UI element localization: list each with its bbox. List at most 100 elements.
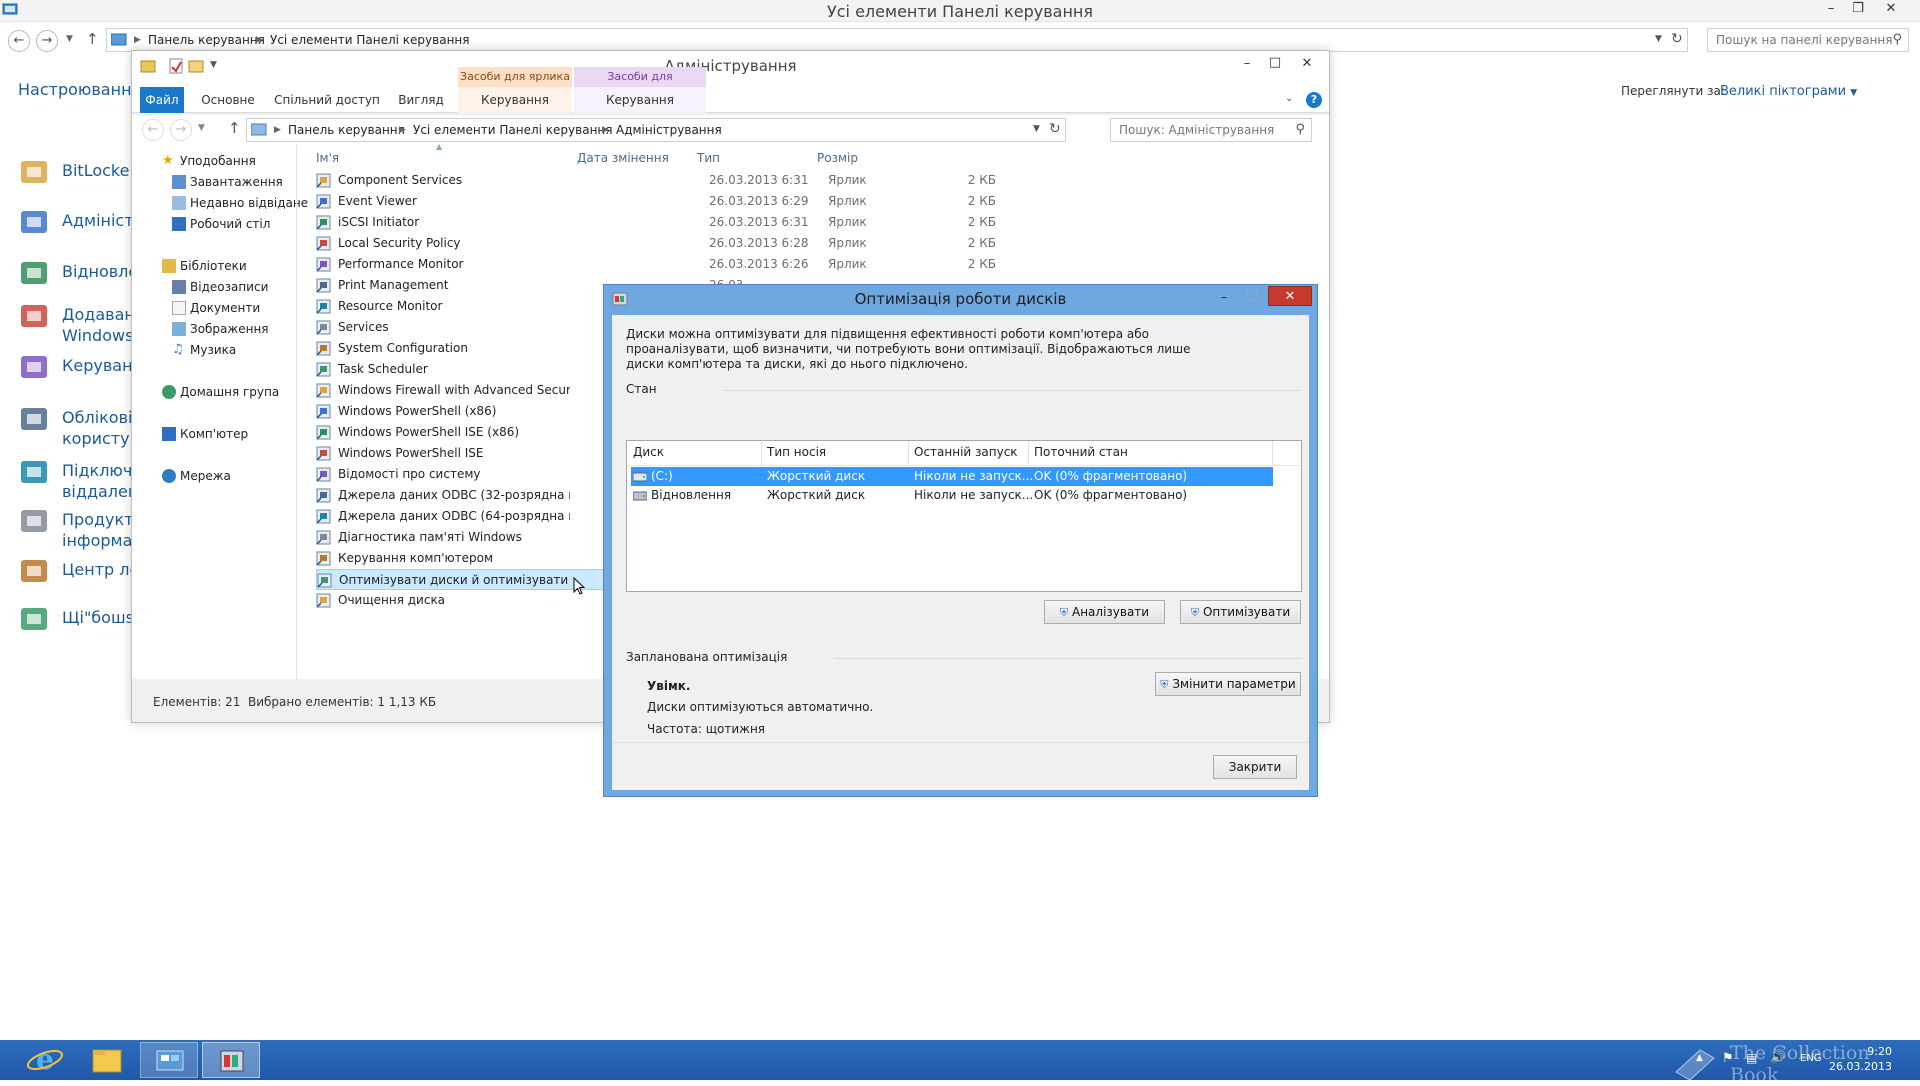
tab-shortcut-manage[interactable]: Керування xyxy=(458,87,572,113)
shortcut-icon xyxy=(316,299,331,314)
action-center-icon[interactable]: ⚑ xyxy=(1722,1051,1734,1066)
volume-icon[interactable]: 🔊 xyxy=(1770,1050,1786,1065)
column-date[interactable]: Дата змінення xyxy=(577,151,669,165)
system-clock[interactable]: 9:20 26.03.2013 xyxy=(1829,1044,1892,1074)
dialog-close-button[interactable]: ✕ xyxy=(1268,286,1312,306)
search-icon[interactable]: ⚲ xyxy=(1892,32,1902,47)
optimize-button[interactable]: ⛨ Оптимізувати xyxy=(1180,600,1301,624)
status-selection: Вибрано елементів: 1 1,13 КБ xyxy=(248,695,437,709)
shortcut-icon xyxy=(316,215,331,230)
file-row[interactable]: Event Viewer 26.03.2013 6:29 Ярлик 2 КБ xyxy=(316,191,1056,212)
control-panel-taskbar-icon[interactable] xyxy=(140,1042,198,1078)
admin-breadcrumb-admin[interactable]: Адміністрування xyxy=(616,123,722,137)
recent-locations-icon[interactable]: ▼ xyxy=(66,34,73,44)
sort-indicator-icon: ▲ xyxy=(436,142,443,151)
admin-breadcrumb-control-panel[interactable]: Панель керування xyxy=(288,123,405,137)
admin-breadcrumb-all-items[interactable]: Усі елементи Панелі керування xyxy=(413,123,613,137)
drives-col-last-run[interactable]: Останній запуск xyxy=(914,445,1018,459)
admin-address-dropdown-icon[interactable]: ▼ xyxy=(1033,124,1040,134)
tab-app-manage[interactable]: Керування xyxy=(574,87,706,113)
admin-recent-icon[interactable]: ▼ xyxy=(198,123,205,133)
file-row[interactable]: Оптимізувати диски й оптимізувати їх р..… xyxy=(316,569,744,590)
back-button[interactable]: ← xyxy=(8,30,30,52)
bitlocker-icon xyxy=(18,156,52,190)
optimize-drives-taskbar-icon[interactable] xyxy=(202,1042,260,1078)
internet-explorer-icon[interactable]: e xyxy=(16,1042,74,1078)
drives-col-media[interactable]: Тип носія xyxy=(767,445,826,459)
admin-close-button[interactable]: ✕ xyxy=(1294,55,1320,75)
file-name: Resource Monitor xyxy=(338,299,443,313)
file-row[interactable]: Local Security Policy 26.03.2013 6:28 Ярли… xyxy=(316,233,1056,254)
language-indicator[interactable]: ENG xyxy=(1800,1053,1822,1064)
admin-address-field[interactable]: ▶ Панель керування ▶ Усі елементи Панелі… xyxy=(246,118,1066,142)
drive-status: OK (0% фрагментовано) xyxy=(1034,488,1188,502)
drive-row[interactable]: Відновлення Жорсткий диск Ніколи не запуск… xyxy=(631,486,1273,505)
admin-minimize-button[interactable]: – xyxy=(1234,55,1260,75)
misc-icon xyxy=(18,603,52,637)
file-row[interactable]: Performance Monitor 26.03.2013 6:26 Ярлик 2… xyxy=(316,254,1056,275)
admin-maximize-button[interactable]: □ xyxy=(1262,54,1288,74)
tab-file[interactable]: Файл xyxy=(140,87,184,113)
admin-forward-button[interactable]: → xyxy=(170,119,192,141)
admin-up-button[interactable]: ↑ xyxy=(228,119,241,137)
admin-search-icon[interactable]: ⚲ xyxy=(1295,122,1305,137)
drive-row[interactable]: (C:) Жорсткий диск Ніколи не запуск... OK (… xyxy=(631,467,1273,486)
dialog-maximize-button[interactable]: □ xyxy=(1239,287,1265,307)
file-type: Ярлик xyxy=(828,236,867,250)
clock-time: 9:20 xyxy=(1867,1045,1892,1058)
file-type: Ярлик xyxy=(828,194,867,208)
column-type[interactable]: Тип xyxy=(697,151,720,165)
file-size: 2 КБ xyxy=(967,215,996,229)
breadcrumb-all-items[interactable]: Усі елементи Панелі керування xyxy=(270,33,470,47)
close-dialog-button[interactable]: Закрити xyxy=(1213,755,1297,779)
shield-icon: ⛨ xyxy=(1190,606,1200,619)
admin-refresh-icon[interactable]: ↻ xyxy=(1049,121,1061,137)
drive-media: Жорсткий диск xyxy=(767,488,866,502)
admin-search[interactable]: Пошук: Адміністрування ⚲ xyxy=(1110,118,1312,142)
file-date: 26.03.2013 6:31 xyxy=(709,173,809,187)
shield-icon: ⛨ xyxy=(1059,606,1069,619)
file-name: Діагностика пам'яті Windows xyxy=(338,530,522,544)
admin-back-button[interactable]: ← xyxy=(142,119,164,141)
control-panel-search[interactable]: Пошук на панелі керування ⚲ xyxy=(1707,28,1909,52)
restore-button[interactable]: ❐ xyxy=(1845,0,1871,20)
file-name: Оптимізувати диски й оптимізувати їх р..… xyxy=(339,573,571,587)
show-hidden-icons[interactable]: ▲ xyxy=(1696,1053,1703,1063)
close-button[interactable]: ✕ xyxy=(1878,0,1904,20)
minimize-button[interactable]: – xyxy=(1818,0,1844,20)
address-dropdown-icon[interactable]: ▼ xyxy=(1655,34,1662,44)
cp-item-label: Щі"бошs xyxy=(62,608,134,627)
drives-col-status[interactable]: Поточний стан xyxy=(1034,445,1128,459)
file-date: 26.03.2013 6:28 xyxy=(709,236,809,250)
dialog-minimize-button[interactable]: – xyxy=(1211,289,1237,309)
network-tray-icon[interactable]: ▤ xyxy=(1746,1051,1757,1065)
file-row[interactable]: iSCSI Initiator 26.03.2013 6:31 Ярлик 2 КБ xyxy=(316,212,1056,233)
ease-of-access-icon xyxy=(18,555,52,589)
tab-home[interactable]: Основне xyxy=(190,87,266,113)
file-name: Джерела даних ODBC (32-розрядна вер... xyxy=(338,488,570,502)
change-settings-button[interactable]: ⛨ Змінити параметри xyxy=(1155,672,1301,696)
tab-share[interactable]: Спільний доступ xyxy=(272,87,382,113)
address-field[interactable]: ▶ Панель керування ▶ Усі елементи Панелі… xyxy=(106,28,1688,52)
control-panel-icon xyxy=(111,33,127,47)
breadcrumb-control-panel[interactable]: Панель керування xyxy=(148,33,265,47)
shortcut-icon xyxy=(316,509,331,524)
tab-view[interactable]: Вигляд xyxy=(388,87,454,113)
up-button[interactable]: ↑ xyxy=(86,30,99,48)
refresh-icon[interactable]: ↻ xyxy=(1671,31,1683,47)
column-name[interactable]: Ім'я xyxy=(316,151,339,165)
status-section-label: Стан xyxy=(626,382,657,396)
ribbon-expand-icon[interactable]: ⌄ xyxy=(1285,93,1293,104)
view-by-dropdown[interactable]: Великі піктограми ▼ xyxy=(1720,84,1857,99)
help-icon[interactable]: ? xyxy=(1306,92,1322,108)
column-size[interactable]: Розмір xyxy=(817,151,858,165)
shortcut-icon xyxy=(316,341,331,356)
analyze-button[interactable]: ⛨ Аналізувати xyxy=(1044,600,1165,624)
file-explorer-icon[interactable] xyxy=(78,1042,136,1078)
forward-button[interactable]: → xyxy=(36,30,58,52)
file-name: Відомості про систему xyxy=(338,467,481,481)
file-row[interactable]: Component Services 26.03.2013 6:31 Ярлик 2 … xyxy=(316,170,1056,191)
control-panel-title: Усі елементи Панелі керування xyxy=(827,2,1093,21)
scheduled-frequency: Частота: щотижня xyxy=(647,722,766,736)
drives-col-drive[interactable]: Диск xyxy=(633,445,664,459)
